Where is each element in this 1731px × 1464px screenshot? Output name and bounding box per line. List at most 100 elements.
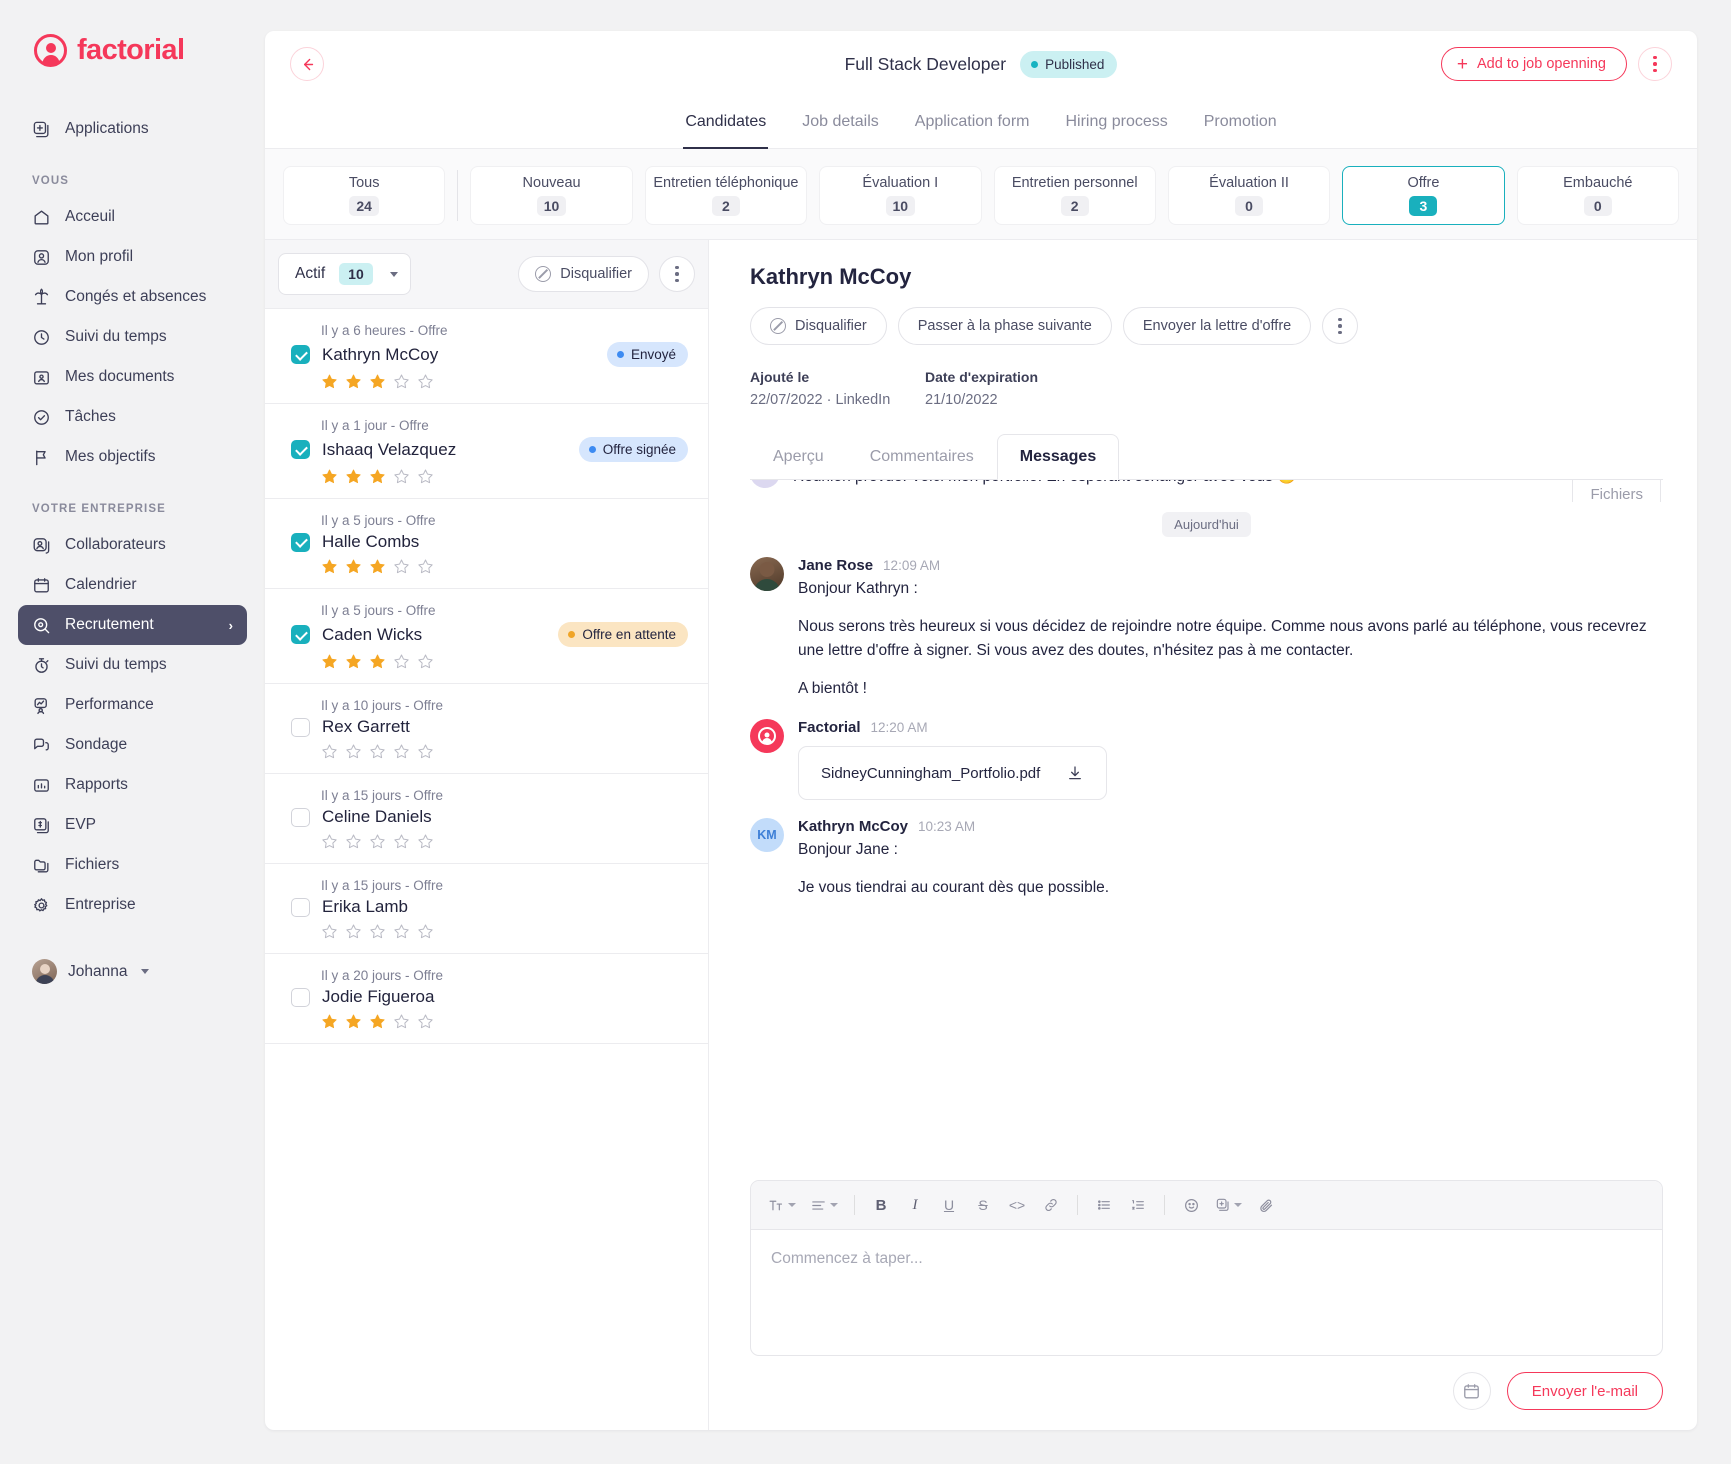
rating-star[interactable] bbox=[345, 653, 362, 670]
sidebar-item-taches[interactable]: Tâches bbox=[18, 397, 247, 437]
rating-star[interactable] bbox=[321, 923, 338, 940]
sidebar-item-fichiers[interactable]: Fichiers bbox=[18, 845, 247, 885]
rating-star[interactable] bbox=[321, 1013, 338, 1030]
candidate-row[interactable]: Il y a 15 jours - Offre Erika Lamb bbox=[265, 864, 708, 954]
stage-embauche[interactable]: Embauché 0 bbox=[1516, 166, 1679, 225]
candidate-row[interactable]: Il y a 1 jour - Offre Ishaaq Velazquez Off… bbox=[265, 404, 708, 499]
tab-commentaires[interactable]: Commentaires bbox=[847, 434, 997, 480]
candidate-checkbox[interactable] bbox=[291, 987, 310, 1007]
candidate-row[interactable]: Il y a 20 jours - Offre Jodie Figueroa bbox=[265, 954, 708, 1044]
bullet-list-button[interactable] bbox=[1089, 1190, 1119, 1220]
tab-messages[interactable]: Messages bbox=[996, 434, 1120, 480]
rating-star[interactable] bbox=[417, 558, 434, 575]
numbered-list-button[interactable] bbox=[1123, 1190, 1153, 1220]
stage-entretien-telephonique[interactable]: Entretien téléphonique 2 bbox=[644, 166, 808, 225]
schedule-send-button[interactable] bbox=[1452, 1372, 1491, 1410]
rating-star[interactable] bbox=[369, 1013, 386, 1030]
stage-entretien-personnel[interactable]: Entretien personnel 2 bbox=[993, 166, 1156, 225]
candidate-row[interactable]: Il y a 6 heures - Offre Kathryn McCoy Envo… bbox=[265, 309, 708, 404]
candidate-checkbox[interactable] bbox=[291, 532, 310, 552]
candidate-row[interactable]: Il y a 5 jours - Offre Caden Wicks Offre e… bbox=[265, 589, 708, 684]
stage-nouveau[interactable]: Nouveau 10 bbox=[470, 166, 633, 225]
italic-button[interactable]: I bbox=[900, 1190, 930, 1220]
candidate-checkbox[interactable] bbox=[291, 897, 310, 917]
rating-star[interactable] bbox=[417, 653, 434, 670]
rating-star[interactable] bbox=[369, 923, 386, 940]
candidate-rating[interactable] bbox=[321, 373, 688, 390]
candidate-rating[interactable] bbox=[321, 468, 688, 485]
rating-star[interactable] bbox=[369, 653, 386, 670]
rating-star[interactable] bbox=[345, 833, 362, 850]
tab-apercu[interactable]: Aperçu bbox=[750, 434, 847, 480]
insert-button[interactable] bbox=[1210, 1190, 1247, 1220]
tab-promotion[interactable]: Promotion bbox=[1202, 103, 1279, 149]
rating-star[interactable] bbox=[393, 743, 410, 760]
sidebar-item-calendrier[interactable]: Calendrier bbox=[18, 565, 247, 605]
download-icon[interactable] bbox=[1066, 764, 1084, 782]
candidate-row[interactable]: Il y a 5 jours - Offre Halle Combs bbox=[265, 499, 708, 589]
sidebar-item-acceuil[interactable]: Acceuil bbox=[18, 197, 247, 237]
message-input[interactable]: Commencez à taper... bbox=[751, 1230, 1662, 1355]
rating-star[interactable] bbox=[369, 833, 386, 850]
align-button[interactable] bbox=[805, 1190, 843, 1220]
attachment-icon[interactable] bbox=[1251, 1190, 1281, 1220]
strikethrough-button[interactable]: S bbox=[968, 1190, 998, 1220]
sidebar-item-suivi-du-temps-perso[interactable]: Suivi du temps bbox=[18, 317, 247, 357]
sidebar-item-suivi-du-temps-entreprise[interactable]: Suivi du temps bbox=[18, 645, 247, 685]
next-phase-button[interactable]: Passer à la phase suivante bbox=[897, 307, 1112, 345]
rating-star[interactable] bbox=[393, 923, 410, 940]
candidate-checkbox[interactable] bbox=[291, 625, 310, 644]
files-button[interactable]: Fichiers bbox=[1572, 480, 1661, 502]
rating-star[interactable] bbox=[321, 468, 338, 485]
sidebar-item-mes-objectifs[interactable]: Mes objectifs bbox=[18, 437, 247, 477]
rating-star[interactable] bbox=[345, 743, 362, 760]
sidebar-item-collaborateurs[interactable]: Collaborateurs bbox=[18, 525, 247, 565]
rating-star[interactable] bbox=[345, 468, 362, 485]
rating-star[interactable] bbox=[345, 923, 362, 940]
rating-star[interactable] bbox=[369, 468, 386, 485]
sidebar-item-mon-profil[interactable]: Mon profil bbox=[18, 237, 247, 277]
topbar-more-button[interactable] bbox=[1638, 47, 1672, 81]
sidebar-item-applications[interactable]: Applications bbox=[18, 109, 247, 149]
rating-star[interactable] bbox=[369, 373, 386, 390]
rating-star[interactable] bbox=[345, 1013, 362, 1030]
rating-star[interactable] bbox=[369, 743, 386, 760]
back-button[interactable] bbox=[290, 47, 324, 81]
tab-application-form[interactable]: Application form bbox=[913, 103, 1032, 149]
rating-star[interactable] bbox=[393, 558, 410, 575]
tab-job-details[interactable]: Job details bbox=[800, 103, 881, 149]
sidebar-item-sondage[interactable]: Sondage bbox=[18, 725, 247, 765]
add-to-job-opening-button[interactable]: + Add to job openning bbox=[1440, 47, 1627, 81]
emoji-icon[interactable] bbox=[1176, 1190, 1206, 1220]
sidebar-item-recrutement[interactable]: Recrutement › bbox=[18, 605, 247, 645]
sidebar-item-mes-documents[interactable]: Mes documents bbox=[18, 357, 247, 397]
stage-evaluation-i[interactable]: Évaluation I 10 bbox=[819, 166, 982, 225]
candidate-rating[interactable] bbox=[321, 743, 688, 760]
bold-button[interactable]: B bbox=[866, 1190, 896, 1220]
candidate-checkbox[interactable] bbox=[291, 807, 310, 827]
status-filter-dropdown[interactable]: Actif 10 bbox=[278, 253, 411, 295]
rating-star[interactable] bbox=[321, 653, 338, 670]
rating-star[interactable] bbox=[393, 653, 410, 670]
candidate-checkbox[interactable] bbox=[291, 345, 310, 364]
rating-star[interactable] bbox=[417, 1013, 434, 1030]
sidebar-item-conges-et-absences[interactable]: Congés et absences bbox=[18, 277, 247, 317]
candidate-more-button[interactable] bbox=[1322, 308, 1359, 344]
sidebar-item-rapports[interactable]: Rapports bbox=[18, 765, 247, 805]
disqualify-bulk-button[interactable]: Disqualifier bbox=[518, 256, 649, 292]
candidate-checkbox[interactable] bbox=[291, 440, 310, 459]
candidate-checkbox[interactable] bbox=[291, 717, 310, 737]
rating-star[interactable] bbox=[321, 558, 338, 575]
rating-star[interactable] bbox=[417, 743, 434, 760]
rating-star[interactable] bbox=[345, 558, 362, 575]
disqualify-button[interactable]: Disqualifier bbox=[750, 307, 887, 345]
candidate-rating[interactable] bbox=[321, 923, 688, 940]
rating-star[interactable] bbox=[321, 373, 338, 390]
tab-hiring-process[interactable]: Hiring process bbox=[1063, 103, 1169, 149]
list-more-button[interactable] bbox=[659, 256, 695, 292]
stage-evaluation-ii[interactable]: Évaluation II 0 bbox=[1167, 166, 1331, 225]
send-email-button[interactable]: Envoyer l'e-mail bbox=[1506, 1372, 1663, 1410]
rating-star[interactable] bbox=[417, 923, 434, 940]
rating-star[interactable] bbox=[393, 468, 410, 485]
sidebar-item-performance[interactable]: Performance bbox=[18, 685, 247, 725]
